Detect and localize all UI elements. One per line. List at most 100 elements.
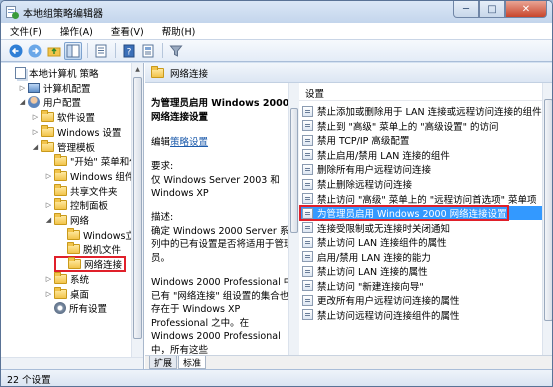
expand-arrow-icon[interactable]: ▷ [31, 128, 40, 136]
app-window: 本地组策略编辑器 ─ □ ✕ 文件(F) 操作(A) 查看(V) 帮助(H) ?… [0, 0, 553, 387]
computer-icon [28, 82, 40, 93]
settings-list: 设置 禁止添加或删除用于 LAN 连接或远程访问连接的组件 禁止到 "高级" 菜单… [299, 83, 552, 355]
requirements-label: 要求: [151, 161, 174, 173]
description-label: 描述: [151, 212, 174, 224]
folder-icon [41, 124, 54, 137]
tree-item[interactable]: 共享文件夹 [44, 183, 118, 198]
policy-setting-row[interactable]: 禁止添加或删除用于 LAN 连接或远程访问连接的组件 [299, 104, 542, 119]
policy-setting-row[interactable]: 禁止到 "高级" 菜单上的 "高级设置" 的访问 [299, 119, 542, 134]
folder-icon [68, 257, 81, 270]
status-bar: 22 个设置 [1, 369, 552, 386]
collapse-arrow-icon[interactable]: ◢ [18, 98, 27, 106]
policy-setting-row[interactable]: 禁止删除远程访问连接 [299, 177, 542, 192]
filter-icon[interactable] [167, 42, 185, 60]
tree-horizontal-scrollbar[interactable] [1, 357, 143, 369]
forward-arrow-icon[interactable] [26, 42, 44, 60]
policy-setting-row[interactable]: 禁止访问 LAN 连接的属性 [299, 264, 542, 279]
policy-setting-row[interactable]: 禁止访问 "高级" 菜单上的 "远程访问首选项" 菜单项 [299, 191, 542, 206]
policy-setting-row[interactable]: 禁止启用/禁用 LAN 连接的组件 [299, 148, 542, 163]
policy-setting-row[interactable]: 禁用 TCP/IP 高级配置 [299, 133, 542, 148]
tree-item[interactable]: ▷ 系统 [44, 271, 90, 286]
show-tree-icon[interactable] [64, 41, 82, 60]
tree-item[interactable]: ◢ 网络 [44, 213, 89, 227]
tree-item[interactable]: ▷ 控制面板 [44, 198, 108, 212]
menu-view[interactable]: 查看(V) [102, 24, 153, 38]
policy-setting-icon [302, 294, 313, 306]
policy-setting-row[interactable]: 更改所有用户远程访问连接的属性 [299, 293, 542, 308]
folder-icon [54, 154, 67, 167]
expand-arrow-icon[interactable]: ▷ [44, 290, 53, 298]
menu-help[interactable]: 帮助(H) [153, 24, 205, 38]
minimize-button[interactable]: ─ [453, 1, 479, 18]
status-text: 22 个设置 [7, 375, 51, 386]
tree-item[interactable]: ▷ Windows 设置 [31, 124, 122, 139]
policy-setting-label: 禁止访问远程访问连接组件的属性 [317, 310, 460, 322]
policy-setting-label: 禁止访问 LAN 连接的属性 [317, 267, 428, 279]
window-title: 本地组策略编辑器 [23, 8, 103, 20]
tab-extended[interactable]: 扩展 [149, 356, 178, 369]
policy-setting-row[interactable]: 删除所有用户远程访问连接 [299, 162, 542, 177]
tree-vertical-scrollbar[interactable]: ▲ [131, 63, 143, 357]
folder-title: 网络连接 [170, 68, 209, 80]
expand-arrow-icon[interactable]: ▷ [31, 113, 40, 121]
tree-item[interactable]: ▷ 桌面 [44, 286, 89, 301]
collapse-arrow-icon[interactable]: ◢ [31, 143, 40, 151]
column-header-setting[interactable]: 设置 [299, 86, 552, 101]
requirements-text: 仅 Windows Server 2003 和 Windows XP [151, 174, 280, 199]
tree-item-label: 系统 [70, 274, 90, 286]
tree-item[interactable]: 所有设置 [44, 301, 107, 315]
menu-action[interactable]: 操作(A) [51, 24, 102, 38]
folder-icon [54, 213, 67, 225]
description-scrollbar[interactable] [288, 83, 299, 355]
policy-setting-icon [302, 120, 313, 132]
policy-setting-row[interactable]: 禁止访问 "新建连接向导" [299, 279, 542, 294]
list-scrollbar[interactable] [542, 83, 552, 355]
policy-setting-label: 连接受限制或无连接时关闭通知 [317, 223, 451, 235]
policy-setting-icon [302, 309, 313, 321]
policy-setting-row[interactable]: 禁止访问远程访问连接组件的属性 [299, 308, 542, 323]
policy-setting-row[interactable]: 为管理员启用 Windows 2000 网络连接设置 [299, 204, 542, 221]
tree-item[interactable]: "开始" 菜单和任务栏 [44, 154, 143, 168]
tree-item[interactable]: ▷ Windows 组件 [44, 168, 134, 183]
tree-item-label: 本地计算机 策略 [29, 69, 99, 80]
policy-setting-row[interactable]: 连接受限制或无连接时关闭通知 [299, 220, 542, 235]
view-tabs: 扩展 标准 [145, 355, 552, 369]
description-more-text: Windows 2000 Professional 中已有 "网络连接" 组设置… [151, 277, 294, 355]
tree-item[interactable]: ◢ 用户配置 [18, 95, 81, 109]
expand-arrow-icon[interactable]: ▷ [44, 275, 53, 283]
close-button[interactable]: ✕ [505, 1, 547, 18]
policy-setting-icon [302, 193, 313, 205]
title-bar[interactable]: 本地组策略编辑器 ─ □ ✕ [1, 1, 552, 23]
tree-item[interactable]: 脱机文件 [57, 242, 121, 256]
expand-arrow-icon[interactable]: ▷ [44, 172, 53, 180]
toolbar-separator [162, 43, 163, 58]
up-folder-icon[interactable] [45, 42, 63, 60]
policy-setting-row[interactable]: 禁止访问 LAN 连接组件的属性 [299, 235, 542, 250]
tree-item-label: 管理模板 [57, 142, 96, 154]
policy-description-panel: 为管理员启用 Windows 2000 网络连接设置 编辑策略设置 要求: 仅 W… [145, 83, 298, 355]
svg-text:?: ? [127, 47, 132, 57]
tree-item[interactable]: ▷ 计算机配置 [18, 81, 91, 95]
help-book-icon[interactable]: ? [120, 42, 138, 60]
tree-item[interactable]: 本地计算机 策略 [5, 66, 99, 80]
menu-file[interactable]: 文件(F) [1, 24, 51, 38]
tree-item[interactable]: ◢ 管理模板 [31, 139, 96, 154]
expand-arrow-icon[interactable]: ▷ [18, 84, 27, 92]
settings-icon [54, 302, 66, 315]
maximize-button[interactable]: □ [479, 1, 505, 18]
properties-icon[interactable] [139, 42, 157, 60]
export-list-icon[interactable] [92, 42, 110, 60]
tree-item[interactable]: 网络连接 [54, 256, 127, 273]
edit-prefix: 编辑 [151, 136, 171, 148]
folder-icon [41, 110, 54, 123]
tree-item[interactable]: ▷ 软件设置 [31, 110, 95, 124]
tree-item-label: Windows 设置 [57, 127, 122, 139]
policy-setting-label: 禁用 TCP/IP 高级配置 [317, 136, 410, 148]
policy-setting-row[interactable]: 启用/禁用 LAN 连接的能力 [299, 250, 542, 265]
expand-arrow-icon[interactable]: ▷ [44, 201, 53, 209]
edit-policy-link[interactable]: 策略设置 [170, 137, 208, 148]
policy-setting-icon [302, 280, 313, 292]
tab-standard[interactable]: 标准 [178, 356, 207, 369]
back-arrow-icon[interactable] [7, 42, 25, 60]
collapse-arrow-icon[interactable]: ◢ [44, 216, 53, 224]
